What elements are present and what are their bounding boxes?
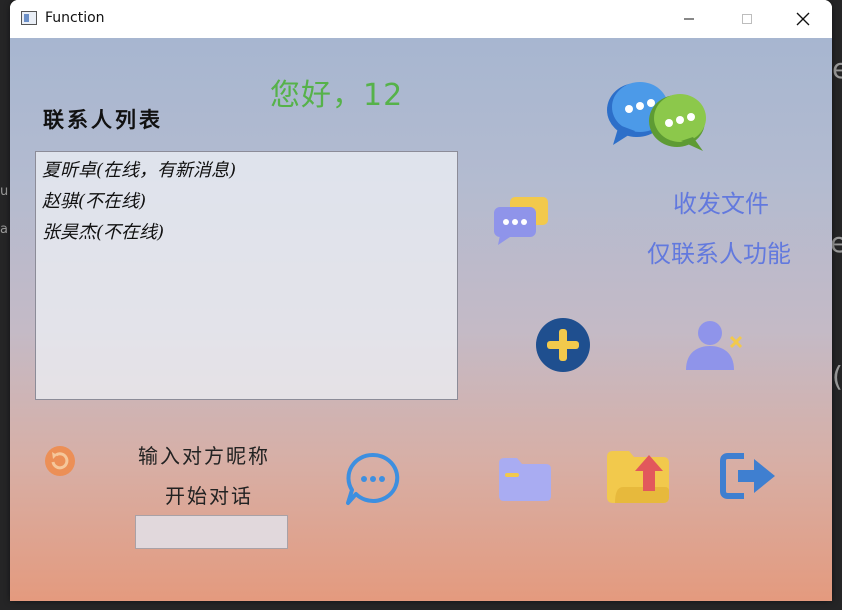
chat-bubbles-logo-icon — [605, 75, 710, 153]
background-text: e — [832, 52, 842, 85]
background-text: u — [0, 184, 9, 199]
maximize-icon — [742, 14, 752, 24]
background-text: ( — [832, 360, 842, 393]
minimize-button[interactable] — [666, 0, 712, 38]
add-contact-icon[interactable] — [535, 317, 591, 373]
remove-user-icon[interactable] — [684, 320, 744, 372]
minimize-icon — [684, 18, 694, 20]
close-button[interactable] — [780, 0, 826, 38]
main-panel: 您好，12 联系人列表 夏昕卓(在线，有新消息) 赵骐(不在线) 张昊杰(不在线… — [10, 38, 832, 601]
input-nickname-label: 输入对方昵称 — [138, 444, 270, 468]
app-icon — [21, 11, 37, 25]
logout-icon[interactable] — [720, 452, 778, 500]
maximize-button[interactable] — [724, 0, 770, 38]
contacts-only-link[interactable]: 仅联系人功能 — [647, 234, 791, 269]
background-text: a — [0, 222, 8, 237]
upload-file-icon[interactable] — [605, 447, 671, 505]
folder-icon[interactable] — [497, 455, 553, 503]
send-file-link[interactable]: 收发文件 — [673, 184, 769, 219]
contact-item[interactable]: 赵骐(不在线) — [36, 186, 457, 217]
contact-list[interactable]: 夏昕卓(在线，有新消息) 赵骐(不在线) 张昊杰(不在线) — [35, 151, 458, 400]
contact-item[interactable]: 夏昕卓(在线，有新消息) — [36, 155, 457, 186]
contact-item[interactable]: 张昊杰(不在线) — [36, 217, 457, 248]
close-icon — [796, 12, 810, 26]
refresh-icon[interactable] — [43, 444, 77, 478]
nickname-input[interactable] — [135, 515, 288, 549]
contacts-title: 联系人列表 — [43, 107, 163, 132]
greeting-text: 您好，12 — [270, 78, 404, 113]
start-chat-label: 开始对话 — [165, 484, 253, 508]
window-title: Function — [45, 10, 105, 26]
group-chat-icon[interactable] — [492, 195, 550, 247]
title-bar[interactable]: Function — [10, 0, 832, 38]
start-chat-icon[interactable] — [344, 452, 402, 506]
function-window: Function 您好，12 联系人列表 夏昕卓(在线，有新消息) 赵骐(不在线… — [10, 0, 832, 601]
